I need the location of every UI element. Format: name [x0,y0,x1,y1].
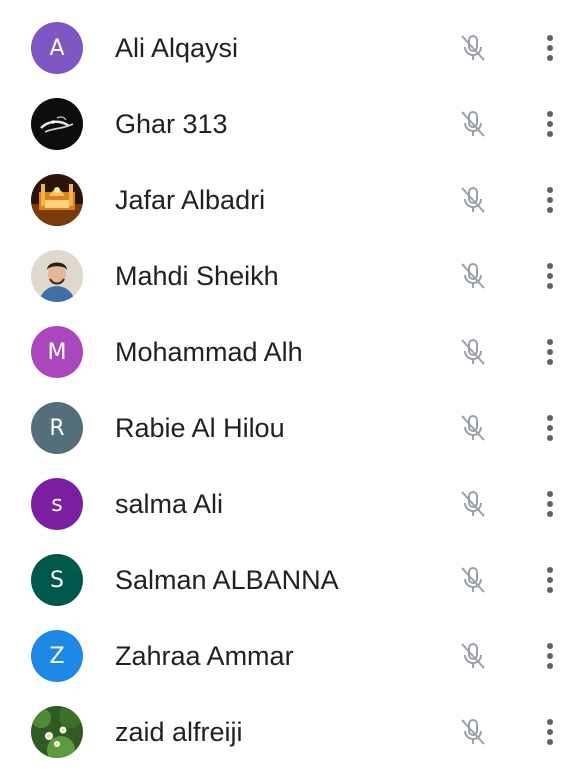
avatar: M [31,326,83,378]
mic-off-icon[interactable] [457,716,489,748]
avatar: s [31,478,83,530]
avatar-initial: A [49,35,65,61]
avatar-photo [31,98,83,150]
more-vert-icon[interactable] [535,560,565,600]
avatar-photo [31,174,83,226]
participant-row[interactable]: M Mohammad Alh [0,314,576,390]
avatar-initial: R [49,415,65,441]
avatar [31,98,83,150]
avatar-initial: Z [49,643,65,669]
mic-off-icon[interactable] [457,108,489,140]
participant-row[interactable]: A Ali Alqaysi [0,10,576,86]
mic-off-icon[interactable] [457,32,489,64]
avatar [31,174,83,226]
participant-name: Mohammad Alh [115,337,303,367]
participant-name: zaid alfreiji [115,717,243,747]
avatar-initial: M [47,339,67,365]
mic-off-icon[interactable] [457,640,489,672]
avatar-photo [31,250,83,302]
participant-name: Ghar 313 [115,109,228,139]
participant-row[interactable]: zaid alfreiji [0,694,576,770]
participant-row[interactable]: R Rabie Al Hilou [0,390,576,466]
participant-name: Zahraa Ammar [115,641,294,671]
mic-off-icon[interactable] [457,336,489,368]
participant-name: Ali Alqaysi [115,33,239,63]
participant-row[interactable]: Ghar 313 [0,86,576,162]
participant-name: salma Ali [115,489,224,519]
more-vert-icon[interactable] [535,104,565,144]
more-vert-icon[interactable] [535,28,565,68]
more-vert-icon[interactable] [535,180,565,220]
avatar [31,250,83,302]
more-vert-icon[interactable] [535,332,565,372]
participant-list: A Ali Alqaysi Ghar 313 Jafar Albadri Mah… [0,0,576,776]
participant-name: Rabie Al Hilou [115,413,285,443]
avatar-photo [31,706,83,758]
mic-off-icon[interactable] [457,564,489,596]
participant-name: Jafar Albadri [115,185,266,215]
participant-row[interactable]: Z Zahraa Ammar [0,618,576,694]
participant-row[interactable]: Mahdi Sheikh [0,238,576,314]
avatar: R [31,402,83,454]
more-vert-icon[interactable] [535,636,565,676]
more-vert-icon[interactable] [535,484,565,524]
avatar: A [31,22,83,74]
avatar: S [31,554,83,606]
participant-row[interactable]: Jafar Albadri [0,162,576,238]
participant-row[interactable]: S Salman ALBANNA [0,542,576,618]
participant-name: Mahdi Sheikh [115,261,279,291]
mic-off-icon[interactable] [457,184,489,216]
avatar: Z [31,630,83,682]
avatar-initial: S [50,567,64,593]
more-vert-icon[interactable] [535,256,565,296]
mic-off-icon[interactable] [457,260,489,292]
more-vert-icon[interactable] [535,408,565,448]
mic-off-icon[interactable] [457,488,489,520]
avatar-initial: s [51,491,63,517]
mic-off-icon[interactable] [457,412,489,444]
participant-row[interactable]: s salma Ali [0,466,576,542]
avatar [31,706,83,758]
participant-name: Salman ALBANNA [115,565,339,595]
more-vert-icon[interactable] [535,712,565,752]
